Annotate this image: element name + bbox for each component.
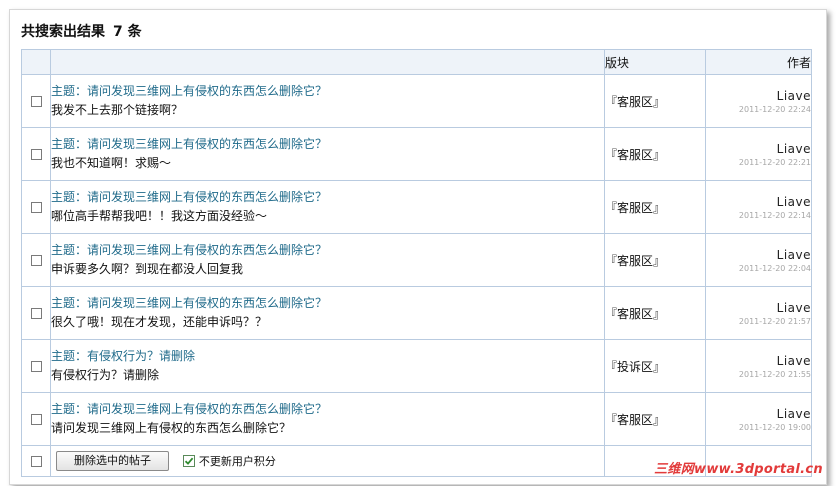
column-header-board: 版块: [604, 49, 706, 75]
post-subject-link[interactable]: 主题：请问发现三维网上有侵权的东西怎么删除它？: [51, 136, 604, 153]
post-subject-link[interactable]: 主题：请问发现三维网上有侵权的东西怎么删除它？: [51, 242, 604, 259]
author-cell: Liave 2011-12-20 19:00: [705, 392, 812, 446]
table-row: 主题：请问发现三维网上有侵权的东西怎么删除它？ 我发不上去那个链接啊？ 『客服区…: [21, 74, 812, 128]
row-content-cell: 主题：请问发现三维网上有侵权的东西怎么删除它？ 我发不上去那个链接啊？: [50, 74, 605, 128]
post-date: 2011-12-20 22:04: [738, 263, 811, 273]
post-subject-link[interactable]: 主题：请问发现三维网上有侵权的东西怎么删除它？: [51, 189, 604, 206]
post-subject-link[interactable]: 主题：请问发现三维网上有侵权的东西怎么删除它？: [51, 295, 604, 312]
post-date: 2011-12-20 22:14: [738, 210, 811, 220]
author-cell: Liave 2011-12-20 22:14: [705, 180, 812, 234]
board-link[interactable]: 『客服区』: [605, 148, 665, 162]
delete-selected-button[interactable]: 删除选中的帖子: [56, 451, 169, 471]
row-content-cell: 主题：请问发现三维网上有侵权的东西怎么删除它？ 很久了哦！现在才发现，还能申诉吗…: [50, 286, 605, 340]
row-select-checkbox[interactable]: [30, 414, 42, 425]
author-cell: Liave 2011-12-20 22:24: [705, 74, 812, 128]
select-all-checkbox[interactable]: [30, 456, 42, 467]
row-select-cell[interactable]: [21, 392, 51, 446]
post-date: 2011-12-20 21:57: [738, 316, 811, 326]
row-select-cell[interactable]: [21, 339, 51, 393]
table-row: 主题：请问发现三维网上有侵权的东西怎么删除它？ 申诉要多久啊？到现在都没人回复我…: [21, 233, 812, 287]
board-cell: 『投诉区』: [604, 339, 706, 393]
search-results-panel: 共搜索出结果 7 条 版块 作者 主题：请问发现三维网上有侵权的东西怎么删除它？: [9, 9, 827, 485]
author-cell: Liave 2011-12-20 22:04: [705, 233, 812, 287]
post-date: 2011-12-20 21:55: [738, 369, 811, 379]
results-table: 版块 作者 主题：请问发现三维网上有侵权的东西怎么删除它？ 我发不上去那个链接啊…: [21, 49, 812, 477]
row-select-checkbox[interactable]: [30, 202, 42, 213]
row-content-cell: 主题：有侵权行为？请删除 有侵权行为？请删除: [50, 339, 605, 393]
table-row: 主题：请问发现三维网上有侵权的东西怎么删除它？ 请问发现三维网上有侵权的东西怎么…: [21, 392, 812, 446]
post-excerpt: 我发不上去那个链接啊？: [51, 103, 184, 117]
row-select-checkbox[interactable]: [30, 149, 42, 160]
board-link[interactable]: 『客服区』: [605, 254, 665, 268]
board-link[interactable]: 『客服区』: [605, 95, 665, 109]
post-date: 2011-12-20 22:21: [738, 157, 811, 167]
post-excerpt: 哪位高手帮帮我吧！！我这方面没经验～: [51, 209, 268, 223]
results-title-text: 共搜索出结果: [21, 24, 105, 40]
select-all-cell[interactable]: [21, 445, 51, 477]
row-content-cell: 主题：请问发现三维网上有侵权的东西怎么删除它？ 请问发现三维网上有侵权的东西怎么…: [50, 392, 605, 446]
author-name[interactable]: Liave: [706, 406, 811, 422]
post-excerpt: 很久了哦！现在才发现，还能申诉吗？？: [51, 315, 268, 329]
author-cell: Liave 2011-12-20 21:57: [705, 286, 812, 340]
table-row: 主题：请问发现三维网上有侵权的东西怎么删除它？ 哪位高手帮帮我吧！！我这方面没经…: [21, 180, 812, 234]
board-cell: 『客服区』: [604, 286, 706, 340]
row-content-cell: 主题：请问发现三维网上有侵权的东西怎么删除它？ 哪位高手帮帮我吧！！我这方面没经…: [50, 180, 605, 234]
author-name[interactable]: Liave: [706, 194, 811, 210]
table-row: 主题：请问发现三维网上有侵权的东西怎么删除它？ 很久了哦！现在才发现，还能申诉吗…: [21, 286, 812, 340]
row-select-checkbox[interactable]: [30, 255, 42, 266]
footer-actions-cell: 删除选中的帖子 不更新用户积分: [50, 445, 605, 477]
row-select-checkbox[interactable]: [30, 361, 42, 372]
board-cell: 『客服区』: [604, 233, 706, 287]
author-name[interactable]: Liave: [706, 88, 811, 104]
header-subject-cell: [50, 49, 605, 75]
results-title: 共搜索出结果 7 条: [21, 21, 142, 41]
no-update-points-label: 不更新用户积分: [198, 454, 276, 468]
table-row: 主题：请问发现三维网上有侵权的东西怎么删除它？ 我也不知道啊！求赐～ 『客服区』…: [21, 127, 812, 181]
post-subject-link[interactable]: 主题：请问发现三维网上有侵权的东西怎么删除它？: [51, 83, 604, 100]
author-name[interactable]: Liave: [706, 141, 811, 157]
row-select-cell[interactable]: [21, 127, 51, 181]
table-header-row: 版块 作者: [21, 49, 812, 75]
author-cell: Liave 2011-12-20 22:21: [705, 127, 812, 181]
checkmark-icon: [184, 457, 194, 465]
board-cell: 『客服区』: [604, 180, 706, 234]
row-select-checkbox[interactable]: [30, 308, 42, 319]
column-header-author: 作者: [705, 49, 812, 75]
board-cell: 『客服区』: [604, 74, 706, 128]
row-select-cell[interactable]: [21, 233, 51, 287]
row-select-cell[interactable]: [21, 74, 51, 128]
row-select-cell[interactable]: [21, 180, 51, 234]
author-name[interactable]: Liave: [706, 353, 811, 369]
post-excerpt: 请问发现三维网上有侵权的东西怎么删除它？: [51, 421, 292, 435]
row-content-cell: 主题：请问发现三维网上有侵权的东西怎么删除它？ 申诉要多久啊？到现在都没人回复我: [50, 233, 605, 287]
post-subject-link[interactable]: 主题：请问发现三维网上有侵权的东西怎么删除它？: [51, 401, 604, 418]
post-subject-link[interactable]: 主题：有侵权行为？请删除: [51, 348, 604, 365]
site-watermark: 三维网www.3dportal.cn: [654, 462, 823, 477]
post-excerpt: 我也不知道啊！求赐～: [51, 156, 172, 170]
board-link[interactable]: 『客服区』: [605, 413, 665, 427]
board-cell: 『客服区』: [604, 392, 706, 446]
no-update-points-checkbox[interactable]: [182, 454, 195, 467]
author-cell: Liave 2011-12-20 21:55: [705, 339, 812, 393]
post-excerpt: 有侵权行为？请删除: [51, 368, 160, 382]
row-content-cell: 主题：请问发现三维网上有侵权的东西怎么删除它？ 我也不知道啊！求赐～: [50, 127, 605, 181]
post-date: 2011-12-20 19:00: [738, 422, 811, 432]
row-select-cell[interactable]: [21, 286, 51, 340]
board-cell: 『客服区』: [604, 127, 706, 181]
post-excerpt: 申诉要多久啊？到现在都没人回复我: [51, 262, 244, 276]
post-date: 2011-12-20 22:24: [738, 104, 811, 114]
row-select-checkbox[interactable]: [30, 96, 42, 107]
board-link[interactable]: 『客服区』: [605, 201, 665, 215]
results-count: 7 条: [113, 24, 142, 40]
author-name[interactable]: Liave: [706, 247, 811, 263]
header-checkbox-cell: [21, 49, 51, 75]
board-link[interactable]: 『客服区』: [605, 307, 665, 321]
table-row: 主题：有侵权行为？请删除 有侵权行为？请删除 『投诉区』 Liave 2011-…: [21, 339, 812, 393]
author-name[interactable]: Liave: [706, 300, 811, 316]
board-link[interactable]: 『投诉区』: [605, 360, 665, 374]
